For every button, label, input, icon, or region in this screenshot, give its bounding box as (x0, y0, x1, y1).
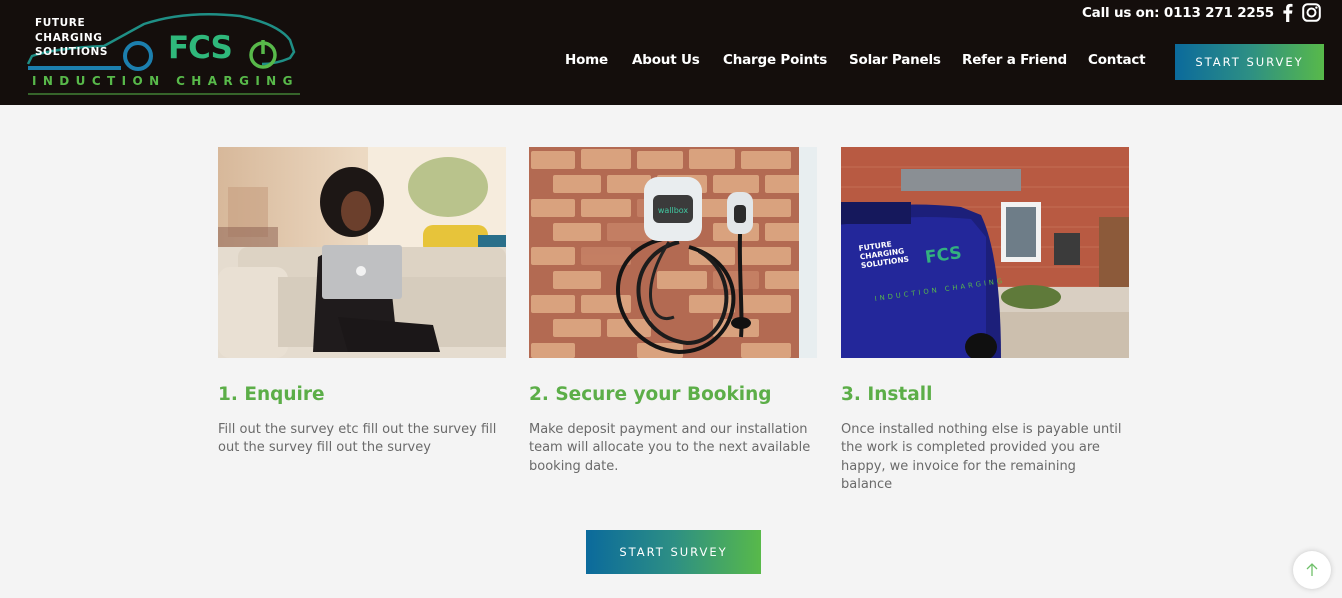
nav-item-solar-panels[interactable]: Solar Panels (849, 52, 941, 68)
instagram-icon[interactable] (1302, 3, 1321, 22)
woman-laptop-photo (218, 147, 506, 358)
step-description: Fill out the survey etc fill out the sur… (218, 422, 497, 456)
step-title: 2. Secure your Booking (529, 384, 772, 405)
step-title: 1. Enquire (218, 384, 325, 405)
site-header: FUTURE CHARGING SOLUTIONS FCS INDUCTION … (0, 0, 1342, 105)
nav-item-charge-points[interactable]: Charge Points (723, 52, 827, 68)
step-card-enquire: 1. Enquire Fill out the survey etc fill … (218, 147, 506, 455)
phone-number[interactable]: Call us on: 0113 271 2255 (1082, 5, 1274, 21)
step-card-install: FUTURECHARGINGSOLUTIONS FCS INDUCTION CH… (841, 147, 1129, 492)
step-image-van: FUTURECHARGINGSOLUTIONS FCS INDUCTION CH… (841, 147, 1129, 358)
step-title: 3. Install (841, 384, 933, 405)
wall-charger-photo: wallbox (529, 147, 817, 358)
nav-item-refer-a-friend[interactable]: Refer a Friend (962, 52, 1067, 68)
nav-item-contact[interactable]: Contact (1088, 52, 1146, 68)
charger-brand-label: wallbox (658, 206, 689, 215)
step-image-woman-laptop (218, 147, 506, 358)
nav-item-about-us[interactable]: About Us (632, 52, 700, 68)
van-house-photo: FUTURECHARGINGSOLUTIONS FCS INDUCTION CH… (841, 147, 1129, 358)
step-card-secure-booking: wallbox 2. Secure your Booking Make depo… (529, 147, 817, 474)
back-to-top-button[interactable] (1293, 551, 1331, 589)
start-survey-button[interactable]: START SURVEY (586, 530, 761, 574)
step-description: Once installed nothing else is payable u… (841, 422, 1122, 492)
logo-company-name: FUTURE CHARGING SOLUTIONS (35, 17, 109, 58)
nav-item-home[interactable]: Home (565, 52, 608, 68)
logo[interactable]: FUTURE CHARGING SOLUTIONS FCS INDUCTION … (26, 12, 302, 96)
header-start-survey-button[interactable]: START SURVEY (1175, 44, 1324, 80)
step-description: Make deposit payment and our installatio… (529, 422, 811, 474)
step-image-wall-charger: wallbox (529, 147, 817, 358)
arrow-up-icon (1306, 563, 1318, 576)
logo-brand-text: FCS (168, 30, 233, 66)
facebook-icon[interactable] (1282, 3, 1293, 22)
logo-tagline: INDUCTION CHARGING (32, 74, 299, 88)
